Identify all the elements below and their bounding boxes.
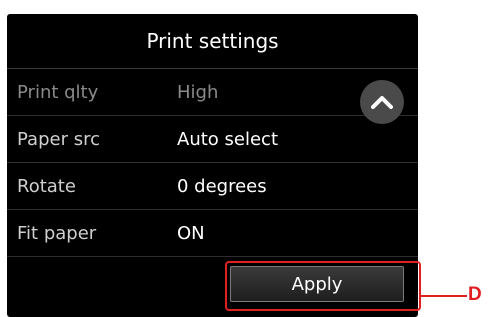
setting-label: Print qlty <box>17 82 99 103</box>
row-divider <box>7 256 418 257</box>
setting-label: Rotate <box>17 176 76 197</box>
callout-line <box>421 295 467 297</box>
setting-value: ON <box>177 223 205 244</box>
setting-row-print-quality[interactable]: Print qlty High <box>7 69 418 116</box>
setting-row-paper-source[interactable]: Paper src Auto select <box>7 116 418 163</box>
setting-value: 0 degrees <box>177 176 267 197</box>
setting-value: Auto select <box>177 129 278 150</box>
setting-label: Fit paper <box>17 223 97 244</box>
setting-label: Paper src <box>17 129 100 150</box>
setting-row-rotate[interactable]: Rotate 0 degrees <box>7 163 418 210</box>
callout-label: D <box>468 284 482 305</box>
setting-value: High <box>177 82 219 103</box>
chevron-up-icon <box>371 96 393 109</box>
screen-title: Print settings <box>146 29 279 53</box>
setting-row-fit-paper[interactable]: Fit paper ON <box>7 210 418 257</box>
scroll-up-button[interactable] <box>360 80 404 124</box>
apply-highlight-frame <box>225 261 421 311</box>
